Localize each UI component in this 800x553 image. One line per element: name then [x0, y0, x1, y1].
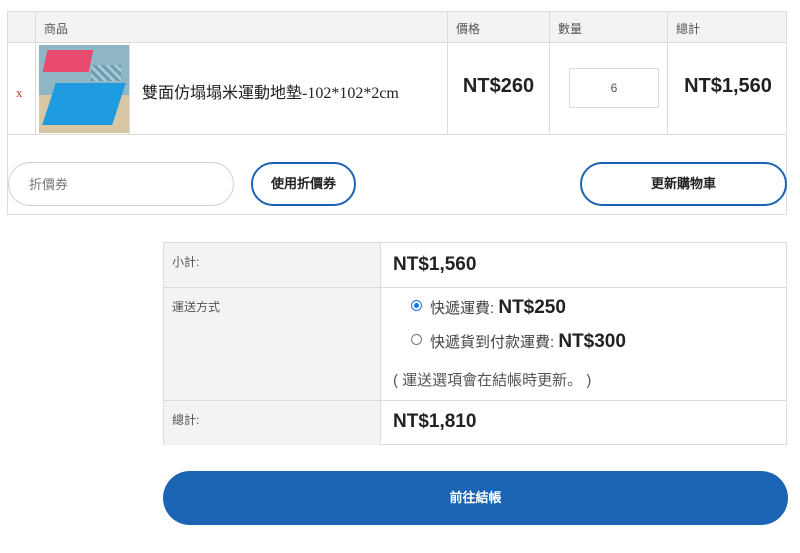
radio-unselected-icon[interactable] — [411, 334, 422, 345]
quantity-input[interactable] — [569, 68, 659, 108]
coupon-row: 使用折價券 更新購物車 — [8, 135, 787, 215]
item-price: NT$260 — [462, 75, 535, 97]
shipping-option-cod[interactable]: 快遞貨到付款運費: NT$300 — [411, 331, 626, 353]
cart-totals: 小計: NT$1,560 運送方式 快遞運費: NT$250 快遞貨到付款運費:… — [163, 242, 787, 445]
radio-selected-icon[interactable] — [411, 300, 422, 311]
header-total: 總計 — [667, 12, 788, 42]
cart-table: 商品 價格 數量 總計 x 雙面仿塌塌米運動地墊-102*102*2cm NT$… — [7, 11, 787, 215]
update-cart-button[interactable]: 更新購物車 — [580, 162, 787, 206]
coupon-input[interactable] — [8, 162, 234, 206]
header-product: 商品 — [35, 12, 129, 42]
shipping-row: 運送方式 快遞運費: NT$250 快遞貨到付款運費: NT$300 ( 運送選… — [164, 288, 786, 401]
subtotal-amount: NT$1,560 — [393, 254, 477, 275]
shipping-note: ( 運送選項會在結帳時更新。 ) — [393, 372, 592, 389]
header-price: 價格 — [447, 12, 549, 42]
subtotal-row: 小計: NT$1,560 — [164, 243, 786, 288]
shipping-label: 運送方式 — [164, 288, 381, 400]
remove-item-icon[interactable]: x — [16, 85, 23, 101]
product-name-link[interactable]: 雙面仿塌塌米運動地墊-102*102*2cm — [142, 79, 399, 103]
product-thumbnail[interactable] — [39, 45, 129, 133]
item-total: NT$1,560 — [684, 75, 772, 97]
checkout-button[interactable]: 前往結帳 — [163, 471, 788, 525]
shipping-option-express[interactable]: 快遞運費: NT$250 — [411, 297, 566, 319]
cart-item-row: x 雙面仿塌塌米運動地墊-102*102*2cm NT$260 NT$1,560 — [8, 43, 786, 135]
total-amount: NT$1,810 — [393, 411, 477, 432]
total-row: 總計: NT$1,810 — [164, 401, 786, 445]
header-quantity: 數量 — [549, 12, 667, 42]
cart-header-row: 商品 價格 數量 總計 — [8, 12, 786, 43]
subtotal-label: 小計: — [164, 243, 381, 287]
apply-coupon-button[interactable]: 使用折價券 — [251, 162, 356, 206]
total-label: 總計: — [164, 401, 381, 445]
